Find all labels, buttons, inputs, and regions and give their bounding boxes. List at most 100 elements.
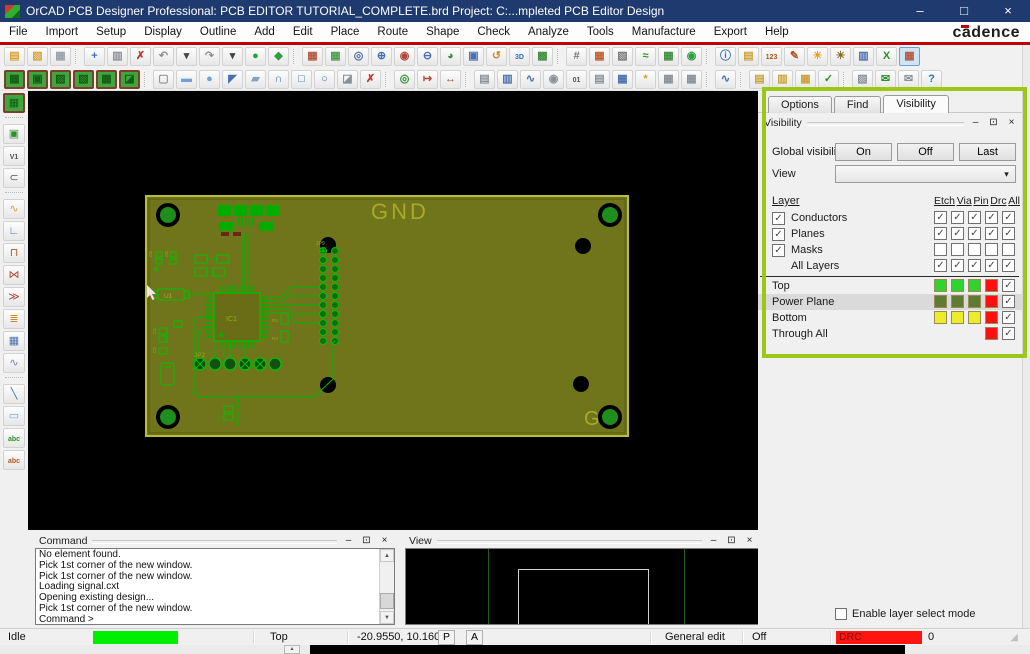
scroll-thumb[interactable] — [380, 593, 394, 609]
unrats-net-button[interactable]: ▧ — [73, 70, 94, 89]
layer-column-header[interactable]: Etch — [934, 195, 955, 207]
drc-status[interactable]: DRC — [836, 631, 922, 644]
minimap-viewport[interactable] — [518, 569, 649, 625]
menu-outline[interactable]: Outline — [191, 22, 245, 42]
view-3d-button[interactable]: 3D — [509, 47, 530, 66]
dim-mode-button[interactable]: ☀ — [830, 47, 851, 66]
redo-button[interactable]: ↷ — [199, 47, 220, 66]
visibility-checkbox[interactable]: ✓ — [1002, 227, 1015, 240]
pick-button[interactable]: P — [438, 630, 455, 645]
move-button[interactable]: + — [84, 47, 105, 66]
visibility-checkbox[interactable]: ✓ — [934, 211, 947, 224]
menu-add[interactable]: Add — [245, 22, 283, 42]
dimension-linear-button[interactable]: ↦ — [417, 70, 438, 89]
etch-color-swatch[interactable] — [934, 295, 947, 308]
signal-integrity-button[interactable]: ∿ — [715, 70, 736, 89]
open-drawing-button[interactable]: ▧ — [27, 47, 48, 66]
visibility-checkbox[interactable]: ✓ — [1002, 295, 1015, 308]
visibility-checkbox[interactable] — [985, 243, 998, 256]
chevron-down-icon[interactable]: ▾ — [1000, 168, 1013, 180]
layer-group-checkbox[interactable]: ✓ — [772, 228, 785, 241]
copy-button[interactable]: ▥ — [107, 47, 128, 66]
menu-setup[interactable]: Setup — [87, 22, 135, 42]
global-visibility-last-button[interactable]: Last — [959, 143, 1016, 161]
menu-help[interactable]: Help — [756, 22, 798, 42]
layer-group-checkbox[interactable]: ✓ — [772, 212, 785, 225]
color-brush-button[interactable]: ✎ — [784, 47, 805, 66]
minimize-panel-button[interactable]: – — [969, 117, 982, 129]
visibility-checkbox[interactable]: ✓ — [1002, 311, 1015, 324]
scroll-up-icon[interactable]: ▲ — [380, 549, 394, 562]
route-connect-button[interactable]: ∿ — [3, 199, 25, 219]
minimize-panel-button[interactable]: – — [707, 535, 720, 547]
via-color-swatch[interactable] — [951, 295, 964, 308]
scroll-down-icon[interactable]: ▼ — [380, 611, 394, 624]
visibility-checkbox[interactable]: ✓ — [968, 259, 981, 272]
menu-shape[interactable]: Shape — [417, 22, 468, 42]
rats-net-button[interactable]: ▨ — [50, 70, 71, 89]
board-view-button[interactable]: ▦ — [3, 93, 25, 113]
layer-column-header[interactable]: Pin — [973, 195, 988, 207]
menu-place[interactable]: Place — [322, 22, 369, 42]
color-dialog-button[interactable]: ▦ — [589, 47, 610, 66]
view-window-titlebar[interactable]: View – ⊡ × — [405, 533, 760, 548]
datatips-button[interactable]: ▥ — [853, 47, 874, 66]
layer-header-label[interactable]: Layer — [772, 195, 800, 207]
add-connect-button[interactable]: ⊂ — [3, 168, 25, 188]
pin-color-swatch[interactable] — [968, 279, 981, 292]
highlight-button[interactable]: ● — [245, 47, 266, 66]
command-output[interactable]: No element found.Pick 1st corner of the … — [35, 548, 395, 625]
key-button[interactable]: * — [635, 70, 656, 89]
constraints-net-button[interactable]: ▦ — [795, 70, 816, 89]
net-in-button[interactable]: ✉ — [875, 70, 896, 89]
visibility-checkbox[interactable]: ✓ — [985, 259, 998, 272]
visibility-checkbox[interactable]: ✓ — [951, 259, 964, 272]
close-window-button[interactable]: × — [986, 0, 1030, 22]
shape-add-rounded-button[interactable]: ▢ — [153, 70, 174, 89]
via-pattern-button[interactable]: ▦ — [3, 331, 25, 351]
resize-grip-icon[interactable]: ◢ — [1010, 632, 1018, 643]
add-line-button[interactable]: ╲ — [3, 384, 25, 404]
visibility-checkbox[interactable]: ✓ — [1002, 259, 1015, 272]
redraw-button[interactable]: ▦ — [302, 47, 323, 66]
snapshot-button[interactable]: ◉ — [543, 70, 564, 89]
probe-button[interactable]: ∿ — [520, 70, 541, 89]
visibility-checkbox[interactable]: ✓ — [951, 211, 964, 224]
visibility-checkbox[interactable]: ✓ — [985, 227, 998, 240]
edit-mode[interactable]: General edit — [665, 631, 725, 643]
snake-route-button[interactable]: ∿ — [3, 353, 25, 373]
visibility-checkbox[interactable] — [968, 243, 981, 256]
rats-components-button[interactable]: ▦ — [96, 70, 117, 89]
constraints-check-button[interactable]: ✓ — [818, 70, 839, 89]
design-canvas[interactable]: GND G — [28, 91, 758, 530]
tab-visibility[interactable]: Visibility — [883, 95, 949, 113]
float-panel-button[interactable]: ⊡ — [725, 535, 738, 547]
undo-button[interactable]: ↶ — [153, 47, 174, 66]
menu-display[interactable]: Display — [135, 22, 191, 42]
add-rect-button[interactable]: ▭ — [3, 406, 25, 426]
visibility-checkbox[interactable]: ✓ — [951, 227, 964, 240]
measure-button[interactable]: 123 — [761, 47, 782, 66]
shape-edit-boundary-button[interactable]: ◪ — [337, 70, 358, 89]
export-logic-button[interactable]: ▧ — [852, 70, 873, 89]
zoom-points-button[interactable]: ◎ — [348, 47, 369, 66]
new-drawing-button[interactable]: ▤ — [4, 47, 25, 66]
vertex-button[interactable]: ⋈ — [3, 265, 25, 285]
shape-delete-islands-button[interactable]: ✗ — [360, 70, 381, 89]
visibility-panel-titlebar[interactable]: Visibility – ⊡ × — [760, 115, 1022, 130]
global-visibility-off-button[interactable]: Off — [897, 143, 954, 161]
pin-color-swatch[interactable] — [968, 311, 981, 324]
drc-color-swatch[interactable] — [985, 279, 998, 292]
layer-column-header[interactable]: Via — [957, 195, 972, 207]
menu-file[interactable]: File — [0, 22, 37, 42]
property-edit-button[interactable]: ▤ — [738, 47, 759, 66]
via-color-swatch[interactable] — [951, 311, 964, 324]
float-panel-button[interactable]: ⊡ — [360, 535, 373, 547]
zoom-center-button[interactable]: ◉ — [394, 47, 415, 66]
window-scrollbar[interactable] — [1022, 45, 1030, 628]
zoom-fit-button[interactable]: ▦ — [325, 47, 346, 66]
selection-filter-button[interactable]: ▦ — [899, 47, 920, 66]
drc-color-swatch[interactable] — [985, 311, 998, 324]
visibility-checkbox[interactable]: ✓ — [934, 227, 947, 240]
shadow-mode-button[interactable]: ≈ — [635, 47, 656, 66]
